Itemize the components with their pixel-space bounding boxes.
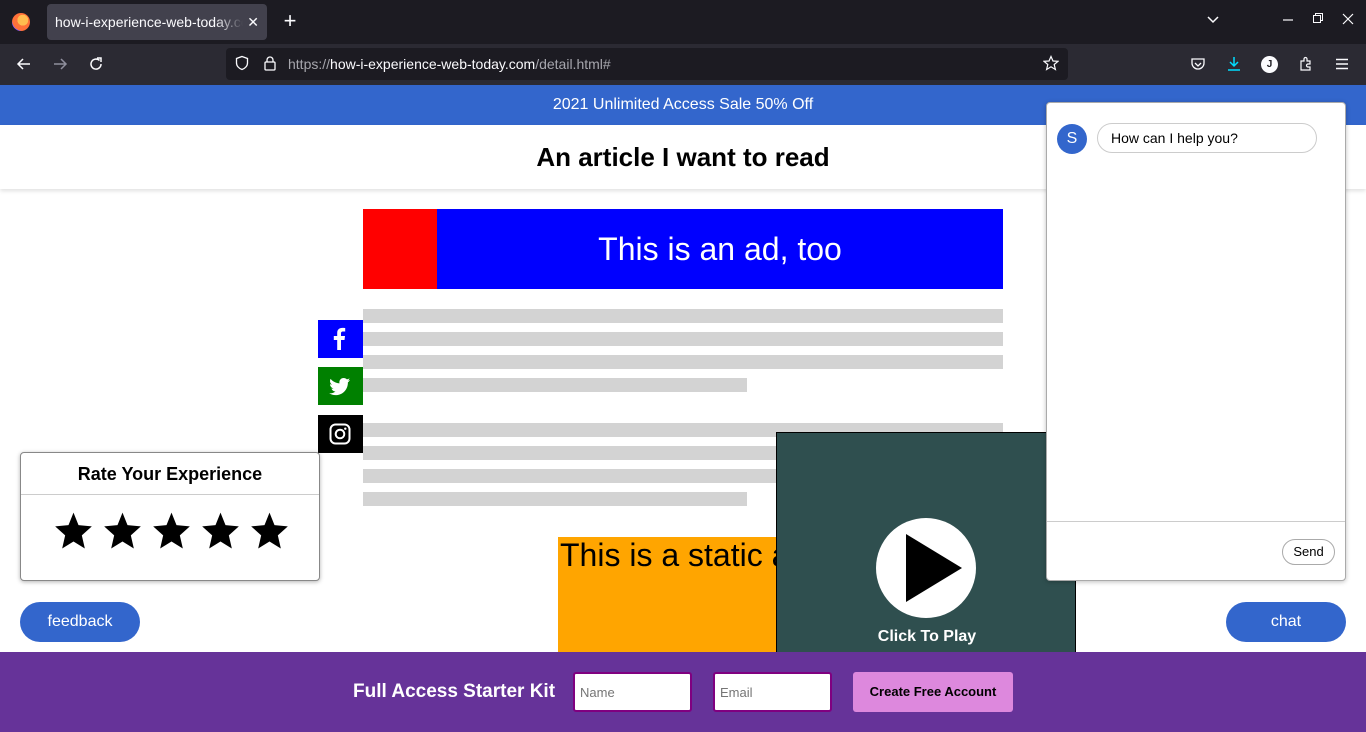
url-text: https://how-i-experience-web-today.com/d… [288,48,611,80]
restore-icon[interactable] [1312,12,1324,29]
create-account-button[interactable]: Create Free Account [853,672,1013,712]
navigation-bar: https://how-i-experience-web-today.com/d… [0,44,1366,85]
instagram-icon [329,423,351,445]
chat-input-area[interactable]: Send [1047,521,1345,580]
url-path: /detail.html# [535,56,611,72]
forward-arrow-icon[interactable] [48,52,72,76]
page-viewport: 2021 Unlimited Access Sale 50% Off An ar… [0,85,1366,732]
extensions-icon[interactable] [1294,52,1318,76]
instagram-share-button[interactable] [318,415,363,453]
star-icon[interactable] [249,511,290,551]
facebook-icon [333,327,346,350]
ad-banner-text: This is an ad, too [598,231,842,267]
feedback-button[interactable]: feedback [20,602,140,642]
rating-widget: Rate Your Experience [20,452,320,581]
back-arrow-icon[interactable] [12,52,36,76]
lock-icon[interactable] [261,55,279,73]
twitter-icon [329,378,351,396]
firefox-logo-icon [12,13,30,31]
account-avatar[interactable]: J [1261,56,1278,73]
ad-banner[interactable]: This is an ad, too [363,209,1003,289]
chat-agent-avatar: S [1057,124,1087,154]
close-tab-icon[interactable]: ✕ [247,4,259,40]
static-ad-text: This is a static ad [560,537,798,573]
ad-red-block [363,209,437,289]
text-placeholder-line [363,378,747,392]
rating-stars [53,511,290,555]
text-placeholder-line [363,355,1003,369]
browser-chrome: how-i-experience-web-today.com/detail.ht… [0,0,1366,85]
play-icon [906,534,962,602]
menu-icon[interactable] [1330,52,1354,76]
minimize-icon[interactable] [1282,12,1294,29]
tab-title: how-i-experience-web-today.com/detail.ht… [55,14,243,30]
tab-strip: how-i-experience-web-today.com/detail.ht… [0,0,1366,44]
text-placeholder-line [363,492,747,506]
star-icon[interactable] [151,511,192,551]
star-icon[interactable] [102,511,143,551]
star-icon[interactable] [200,511,241,551]
window-close-icon[interactable] [1342,12,1354,29]
url-bar[interactable]: https://how-i-experience-web-today.com/d… [226,48,1068,80]
rating-title: Rate Your Experience [21,453,319,495]
active-tab[interactable]: how-i-experience-web-today.com/detail.ht… [47,4,267,40]
video-player[interactable]: Click To Play [776,432,1076,657]
name-field[interactable] [573,672,692,712]
facebook-share-button[interactable] [318,320,363,358]
new-tab-button[interactable]: + [280,10,300,34]
download-icon[interactable] [1222,52,1246,76]
static-ad[interactable]: This is a static ad [558,537,798,657]
bookmark-star-icon[interactable] [1042,55,1060,73]
chat-panel: S How can I help you? Send [1046,102,1346,581]
pocket-icon[interactable] [1186,52,1210,76]
send-button[interactable]: Send [1282,539,1335,565]
chat-message: How can I help you? [1097,123,1317,153]
text-placeholder-line [363,332,1003,346]
chat-button[interactable]: chat [1226,602,1346,642]
url-scheme: https:// [288,56,331,72]
twitter-share-button[interactable] [318,367,363,405]
chevron-down-icon[interactable] [1206,12,1220,29]
reload-icon[interactable] [84,52,108,76]
signup-bar: Full Access Starter Kit Create Free Acco… [0,652,1366,732]
play-button[interactable] [876,518,976,618]
star-icon[interactable] [53,511,94,551]
text-placeholder-line [363,309,1003,323]
shield-icon[interactable] [233,55,251,73]
email-field[interactable] [713,672,832,712]
video-play-label: Click To Play [877,628,977,645]
signup-label: Full Access Starter Kit [353,681,556,702]
url-host: how-i-experience-web-today.com [330,56,536,72]
